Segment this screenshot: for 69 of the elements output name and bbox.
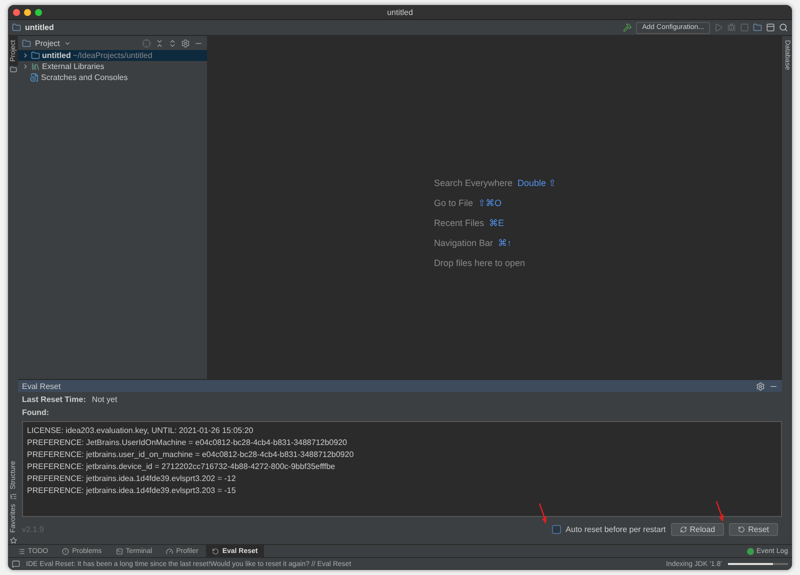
field-value: Not yet xyxy=(92,395,118,404)
collapse-icon xyxy=(155,38,164,48)
shortcut: Double ⇧ xyxy=(517,178,556,188)
output-line: PREFERENCE: jetbrains.idea.1d4fde39.evlsprt3.202 = -12 xyxy=(27,474,237,483)
minimize-button[interactable] xyxy=(24,9,31,16)
checkbox[interactable] xyxy=(552,525,561,534)
hammer-icon xyxy=(623,23,632,32)
shortcut: ⇧⌘O xyxy=(478,198,502,208)
search-icon xyxy=(779,23,788,32)
tree-label: untitled xyxy=(42,51,71,60)
field-label: Found: xyxy=(22,408,50,417)
alert-icon xyxy=(62,548,70,554)
panel-title[interactable]: Project xyxy=(35,38,60,48)
structure-icon xyxy=(10,493,16,500)
stop-icon xyxy=(740,23,749,32)
hint-label: Recent Files xyxy=(434,218,484,228)
output-line: LICENSE: idea203.evaluation.key, UNTIL: 2021-01-26 15:05:20 xyxy=(27,426,254,435)
panel-title: Eval Reset xyxy=(22,382,61,390)
drop-hint: Drop files here to open xyxy=(434,258,526,268)
output-area[interactable] xyxy=(22,421,782,517)
output-line: PREFERENCE: JetBrains.UserIdOnMachine = e04c0812-bc28-4cb4-b831-3488712b0920 xyxy=(27,438,348,447)
expand-icon xyxy=(168,38,177,48)
undo-icon xyxy=(738,526,746,533)
notification-icon xyxy=(747,548,754,554)
output-line: PREFERENCE: jetbrains.device_id = 2712202cc716732-4b88-4272-800c-9bbf35efffbe xyxy=(27,462,336,471)
dropdown-icon xyxy=(64,40,71,46)
arrow-icon xyxy=(538,503,548,525)
list-icon xyxy=(18,548,25,554)
hint-label: Search Everywhere xyxy=(434,178,512,188)
hint-label: Go to File xyxy=(434,198,473,208)
refresh-icon xyxy=(680,526,687,533)
window-icon xyxy=(766,23,775,32)
run-icon xyxy=(714,23,723,32)
folder-icon xyxy=(22,38,31,48)
tree-item[interactable]: Scratches and Consoles xyxy=(18,72,207,83)
window-title: untitled xyxy=(387,8,413,16)
folder-icon xyxy=(753,23,762,32)
folder-icon xyxy=(31,51,40,60)
folder-icon xyxy=(10,66,16,73)
folder-icon xyxy=(12,23,21,32)
undo-icon xyxy=(212,548,220,554)
output-line: PREFERENCE: jetbrains.user_id_on_machine = e04c0812-bc28-4cb4-b831-3488712b0920 xyxy=(27,450,355,459)
tree-path: ~/IdeaProjects/untitled xyxy=(72,51,152,60)
tree-label: External Libraries xyxy=(42,62,104,71)
tree-item[interactable]: External Libraries xyxy=(18,61,207,72)
scratch-icon xyxy=(30,73,39,82)
checkbox-label[interactable]: Auto reset before per restart xyxy=(566,525,666,534)
project-name[interactable]: untitled xyxy=(25,23,54,32)
library-icon xyxy=(31,62,40,71)
tree-item[interactable]: untitled ~/IdeaProjects/untitled xyxy=(18,50,207,61)
reset-button[interactable]: Reset xyxy=(729,523,778,536)
field-label: Last Reset Time: xyxy=(22,395,86,404)
gauge-icon xyxy=(166,548,174,554)
hint-label: Navigation Bar xyxy=(434,238,493,248)
close-button[interactable] xyxy=(13,9,20,16)
tree-label: Scratches and Consoles xyxy=(41,73,128,82)
settings-icon xyxy=(181,38,190,48)
arrow-icon xyxy=(715,501,726,523)
output-line: PREFERENCE: jetbrains.idea.1d4fde39.evlsprt3.203 = -15 xyxy=(27,486,237,495)
zoom-button[interactable] xyxy=(35,9,42,16)
shortcut: ⌘↑ xyxy=(498,238,512,248)
locate-icon xyxy=(142,38,151,48)
settings-icon xyxy=(756,382,765,390)
star-icon xyxy=(10,537,16,544)
reload-button[interactable]: Reload xyxy=(670,523,724,536)
message-icon xyxy=(12,560,20,568)
shortcut: ⌘E xyxy=(488,218,504,228)
debug-icon xyxy=(727,23,736,32)
terminal-icon xyxy=(116,548,123,554)
